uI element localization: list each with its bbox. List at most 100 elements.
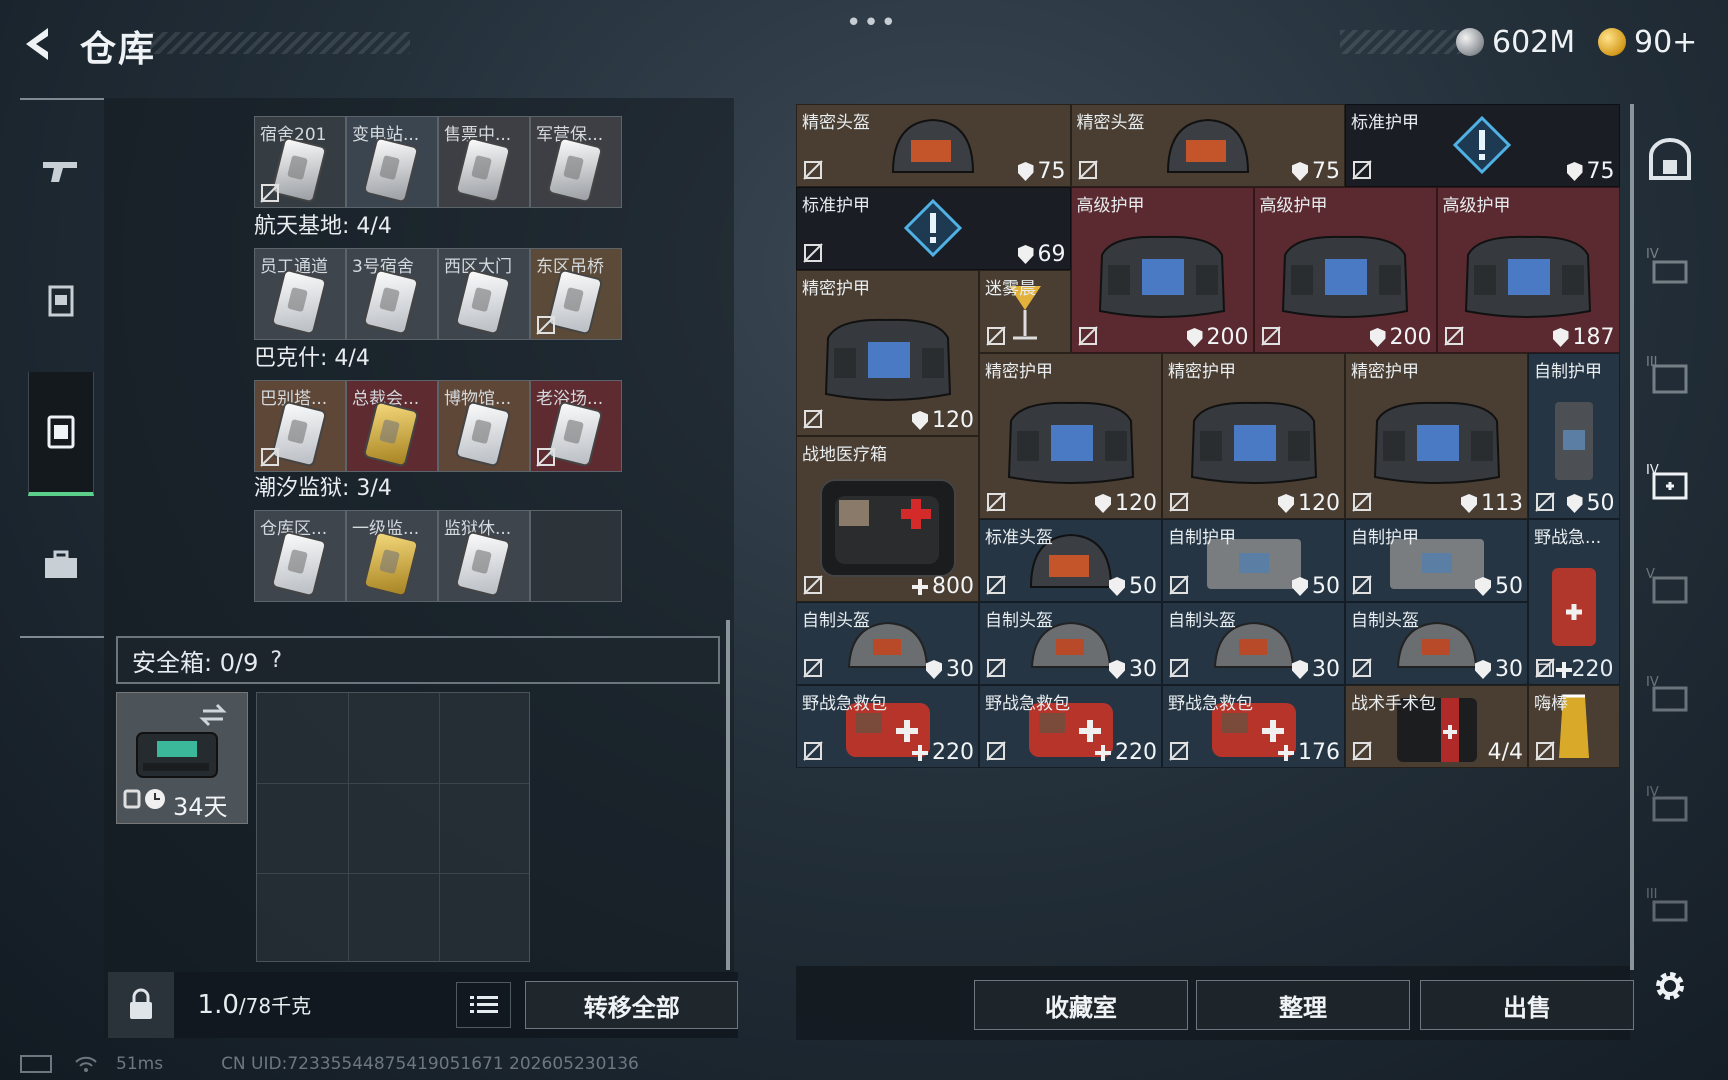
item-value: 200: [1369, 325, 1432, 350]
currency-silver: 602M: [1456, 24, 1575, 60]
keycard-slot[interactable]: 东区吊桥: [530, 248, 622, 340]
left-scrollbar[interactable]: [726, 620, 730, 970]
safe-box-grid[interactable]: [256, 692, 530, 962]
stash-item[interactable]: 精密护甲 120: [979, 353, 1162, 519]
stash-item[interactable]: 精密护甲 120: [796, 270, 979, 436]
stash-item[interactable]: 自制头盔 30: [979, 602, 1162, 685]
stash-item[interactable]: 标准护甲 69: [796, 187, 1071, 270]
stash-item[interactable]: 标准头盔 50: [979, 519, 1162, 602]
stash-item[interactable]: 自制护甲 50: [1528, 353, 1620, 519]
keycard-slot[interactable]: 3号宿舍: [346, 248, 438, 340]
item-value-text: 113: [1481, 491, 1523, 516]
item-name: 自制护甲: [1168, 528, 1236, 548]
keycard-slot[interactable]: 监狱休...: [438, 510, 530, 602]
no-insure-icon: [1352, 575, 1372, 595]
item-value-text: 200: [1206, 325, 1249, 350]
rail-right-home[interactable]: [1640, 130, 1700, 190]
durability-icon: [1292, 162, 1308, 181]
stash-item[interactable]: 自制护甲 50: [1162, 519, 1345, 602]
stash-item[interactable]: 精密头盔 75: [796, 104, 1071, 187]
stash-item[interactable]: 野战急救包 176: [1162, 685, 1345, 768]
lock-button[interactable]: [108, 972, 174, 1038]
rail-right-tier4-c[interactable]: IV: [1640, 774, 1700, 834]
currency-gold[interactable]: 90+: [1598, 24, 1697, 60]
back-button[interactable]: [18, 22, 62, 66]
stash-item[interactable]: 精密护甲 120: [1162, 353, 1345, 519]
vest-image: [818, 308, 958, 412]
keycard-image: [365, 270, 417, 334]
item-name: 迷雾晨: [985, 279, 1036, 299]
wifi-icon: [75, 1056, 97, 1072]
rail-right-tier3-b[interactable]: III: [1640, 876, 1700, 936]
page-title: 仓库: [80, 29, 157, 70]
item-value-text: 50: [1129, 574, 1157, 599]
gold-coin-icon: [1598, 28, 1626, 56]
stash-item[interactable]: 自制头盔 30: [1345, 602, 1528, 685]
group-title: 航天基地: 4/4: [254, 214, 392, 239]
keycard-slot[interactable]: 宿舍201: [254, 116, 346, 208]
more-menu-button[interactable]: •••: [846, 8, 898, 38]
keycard-slot[interactable]: 售票中...: [438, 116, 530, 208]
stash-item[interactable]: 自制护甲 50: [1345, 519, 1528, 602]
stash-item[interactable]: 自制头盔 30: [1162, 602, 1345, 685]
medbox-image: [813, 464, 963, 588]
durability-icon: [1566, 494, 1583, 513]
keycard-slot[interactable]: 变电站...: [346, 116, 438, 208]
stash-item[interactable]: 高级护甲 200: [1070, 187, 1254, 353]
durability-icon: [1369, 328, 1386, 347]
alert-image: [888, 195, 978, 269]
settings-button[interactable]: [1640, 956, 1700, 1016]
gun-icon: [43, 162, 77, 182]
keycard-slot-empty[interactable]: [530, 510, 622, 602]
user-uid: CN UID:7233554487541905167​1 20260523013…: [221, 1054, 639, 1074]
rail-tab-toolbox[interactable]: [28, 510, 94, 620]
stash-item[interactable]: 迷雾晨: [979, 270, 1071, 353]
item-value: 120: [1095, 491, 1157, 516]
rail-tab-armor[interactable]: [28, 246, 94, 356]
no-insure-icon: [986, 492, 1006, 512]
item-value-text: 187: [1572, 325, 1615, 350]
item-name: 自制头盔: [985, 611, 1053, 631]
stash-item[interactable]: 野战急救包 220: [979, 685, 1162, 768]
sell-button[interactable]: 出售: [1420, 980, 1634, 1030]
stash-item[interactable]: 战地医疗箱 800: [796, 436, 979, 602]
right-scrollbar[interactable]: [1630, 104, 1634, 970]
keycard-slot[interactable]: 老浴场...: [530, 380, 622, 472]
keycard-slot[interactable]: 总裁会...: [346, 380, 438, 472]
collection-room-button[interactable]: 收藏室: [974, 980, 1188, 1030]
rail-tab-weapons[interactable]: [28, 116, 94, 226]
rail-right-tier5[interactable]: V: [1640, 556, 1700, 616]
durability-icon: [1566, 162, 1583, 181]
transfer-all-button[interactable]: 转移全部: [525, 981, 738, 1029]
durability-icon: [1017, 245, 1034, 264]
stash-item[interactable]: 高级护甲 200: [1253, 187, 1437, 353]
keycard-slot[interactable]: 博物馆...: [438, 380, 530, 472]
keycard-slot[interactable]: 一级监...: [346, 510, 438, 602]
rail-right-tier4-a[interactable]: IV: [1640, 236, 1700, 296]
stash-item[interactable]: 高级护甲 187: [1436, 187, 1620, 353]
currency-decoration: [1340, 30, 1460, 54]
sort-button[interactable]: 整理: [1196, 980, 1410, 1030]
safe-box-slot[interactable]: 34天: [116, 692, 248, 824]
stash-item[interactable]: 自制头盔 30: [796, 602, 979, 685]
stash-item[interactable]: 精密头盔 75: [1070, 104, 1345, 187]
stash-item[interactable]: 精密护甲 113: [1345, 353, 1528, 519]
keycard-slot[interactable]: 员工通道: [254, 248, 346, 340]
item-value: 200: [1186, 325, 1249, 350]
keycard-slot[interactable]: 军营保...: [530, 116, 622, 208]
rail-right-tier4-b[interactable]: IV: [1640, 664, 1700, 724]
stash-item[interactable]: 野战急救包 220: [796, 685, 979, 768]
rail-right-medical[interactable]: IV: [1640, 452, 1700, 512]
rail-tab-keys[interactable]: [28, 372, 94, 496]
rail-right-tier3[interactable]: III: [1640, 344, 1700, 404]
crate-icon: III: [1646, 887, 1688, 922]
stash-item[interactable]: 战术手术包 4/4: [1345, 685, 1528, 768]
stash-item[interactable]: 标准护甲 75: [1345, 104, 1620, 187]
help-icon[interactable]: ?: [270, 648, 282, 673]
keycard-slot[interactable]: 西区大门: [438, 248, 530, 340]
keycard-slot[interactable]: 仓库区...: [254, 510, 346, 602]
svg-text:III: III: [1646, 887, 1658, 902]
keycard-slot[interactable]: 巴别塔...: [254, 380, 346, 472]
stash-item[interactable]: 嗨棒: [1528, 685, 1620, 768]
list-view-button[interactable]: [455, 982, 512, 1028]
